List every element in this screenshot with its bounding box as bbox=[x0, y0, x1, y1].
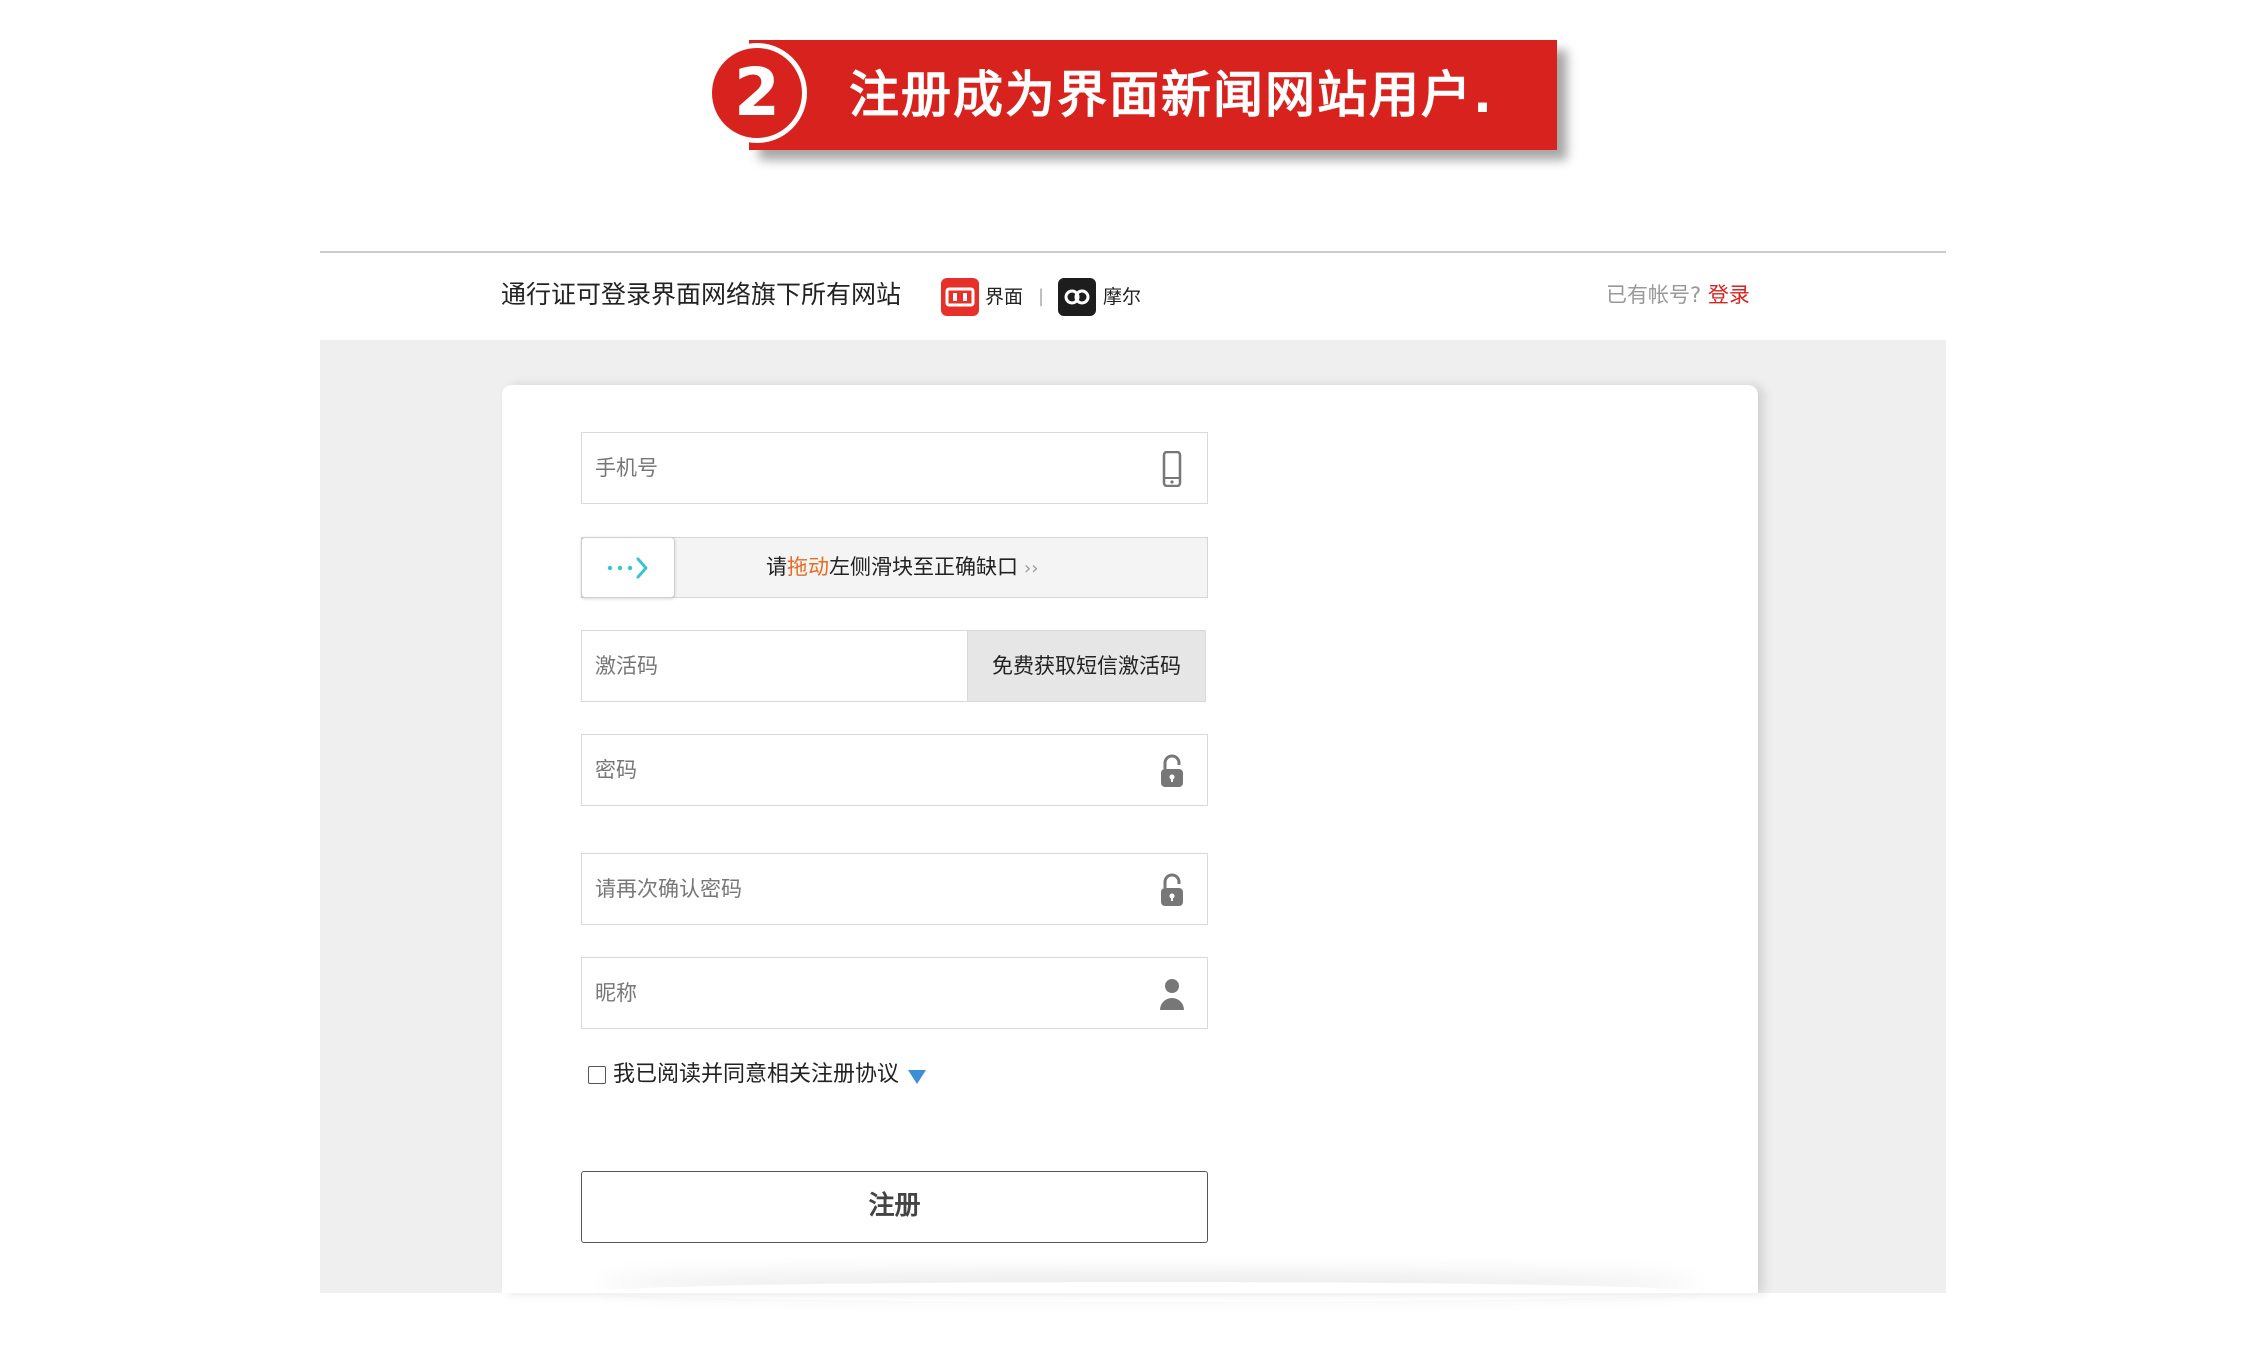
password-placeholder: 密码 bbox=[595, 758, 637, 782]
jiemian-logo-icon[interactable] bbox=[941, 278, 979, 316]
brand-label-jiemian[interactable]: 界面 bbox=[985, 282, 1023, 312]
activation-code-field[interactable]: 激活码 bbox=[581, 630, 967, 702]
passport-description: 通行证可登录界面网络旗下所有网站 bbox=[501, 280, 902, 309]
login-hint: 已有帐号? 登录 bbox=[1606, 278, 1750, 312]
brand-separator: | bbox=[1038, 286, 1045, 307]
card-bottom-shadow bbox=[600, 1282, 1700, 1302]
slider-arrow-icon bbox=[607, 557, 648, 579]
mobile-phone-icon bbox=[1157, 450, 1187, 488]
moer-logo-icon[interactable] bbox=[1058, 278, 1096, 316]
step-banner: 注册成为界面新闻网站用户. bbox=[749, 40, 1557, 150]
password-field[interactable]: 密码 bbox=[581, 734, 1208, 806]
register-button[interactable]: 注册 bbox=[581, 1171, 1208, 1243]
have-account-text: 已有帐号? bbox=[1606, 283, 1702, 307]
expand-agreement-icon[interactable] bbox=[908, 1070, 926, 1084]
activation-code-placeholder: 激活码 bbox=[595, 654, 658, 678]
login-link[interactable]: 登录 bbox=[1708, 283, 1750, 307]
step-number: 2 bbox=[734, 54, 780, 131]
get-sms-code-button[interactable]: 免费获取短信激活码 bbox=[967, 630, 1206, 702]
lock-icon bbox=[1157, 872, 1187, 908]
confirm-password-placeholder: 请再次确认密码 bbox=[595, 877, 742, 901]
agreement-checkbox[interactable] bbox=[588, 1066, 606, 1084]
step-banner-title: 注册成为界面新闻网站用户. bbox=[849, 66, 1494, 124]
confirm-password-field[interactable]: 请再次确认密码 bbox=[581, 853, 1208, 925]
nickname-field[interactable]: 昵称 bbox=[581, 957, 1208, 1029]
header-divider bbox=[320, 251, 1946, 253]
slider-text-prefix: 请 bbox=[766, 555, 787, 579]
lock-icon bbox=[1157, 753, 1187, 789]
agreement-label[interactable]: 我已阅读并同意相关注册协议 bbox=[613, 1060, 899, 1090]
slider-text-highlight: 拖动 bbox=[787, 555, 829, 579]
nickname-placeholder: 昵称 bbox=[595, 981, 637, 1005]
brand-label-moer[interactable]: 摩尔 bbox=[1103, 282, 1141, 312]
step-number-badge: 2 bbox=[707, 43, 807, 143]
phone-placeholder: 手机号 bbox=[595, 456, 658, 480]
slider-chevrons: ›› bbox=[1024, 558, 1039, 579]
slider-text-suffix: 左侧滑块至正确缺口 bbox=[829, 555, 1018, 579]
user-icon bbox=[1157, 976, 1187, 1012]
slider-captcha[interactable]: 请拖动左侧滑块至正确缺口 ›› bbox=[581, 537, 1208, 598]
slider-instruction: 请拖动左侧滑块至正确缺口 ›› bbox=[766, 538, 1038, 597]
register-card bbox=[502, 385, 1758, 1293]
phone-field[interactable]: 手机号 bbox=[581, 432, 1208, 504]
slider-handle[interactable] bbox=[581, 537, 675, 598]
